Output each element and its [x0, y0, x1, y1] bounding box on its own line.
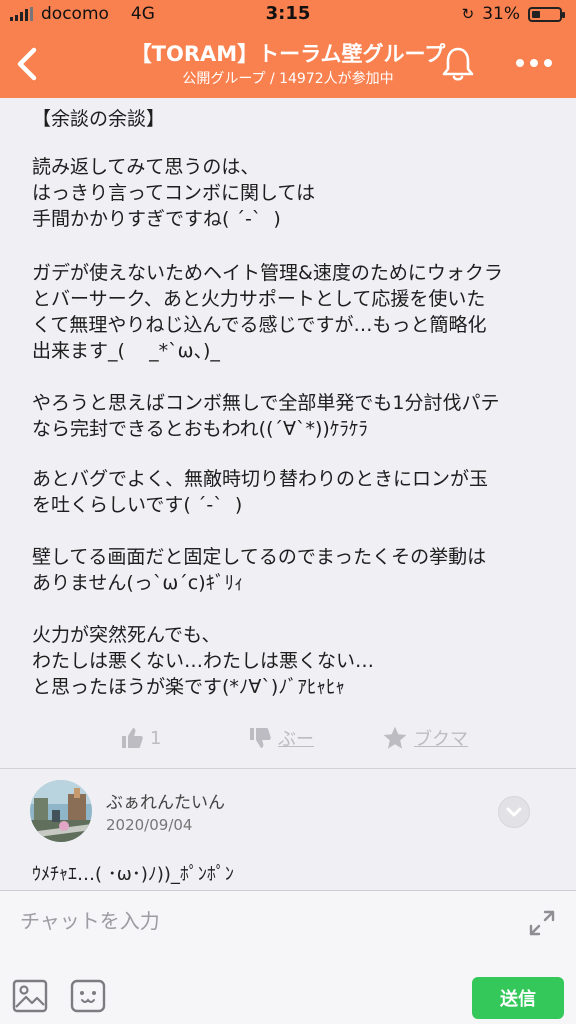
comment-author[interactable]: ぶぁれんたいん [106, 788, 225, 813]
rotation-lock-icon: ↻ [461, 5, 475, 23]
group-title[interactable]: 【TORAM】トーラム壁グループ [90, 38, 486, 68]
emoji-icon[interactable] [70, 979, 106, 1013]
group-subtitle: 公開グループ / 14972人が参加中 [182, 71, 394, 87]
bell-icon[interactable] [440, 44, 476, 84]
post-paragraph: あとバグでよく、無敵時切り替わりのときにロンが玉 を吐くらしいです( ´-` ) [32, 468, 489, 516]
bookmark-label: ブクマ [414, 729, 468, 750]
post-paragraph: 読み返してみて思うのは、 はっきり言ってコンボに関しては 手間かかりすぎですね(… [32, 156, 316, 230]
thumbs-down-icon [250, 728, 271, 748]
comment-text: ｳﾒﾁｬｴ…( ･ω･)ﾉ))_ﾎﾟﾝﾎﾟﾝ [32, 864, 234, 885]
expand-arrows-icon[interactable] [528, 909, 556, 937]
more-dots-icon[interactable] [512, 52, 556, 74]
battery-percent: 31% [482, 4, 520, 24]
post-paragraph: 火力が突然死んでも、 わたしは悪くない…わたしは悪くない… と思ったほうが楽です… [32, 624, 375, 698]
thumbs-up-icon [122, 728, 143, 748]
boo-button[interactable]: ぶー [248, 724, 314, 752]
group-header: 【TORAM】トーラム壁グループ 公開グループ / 14972人が参加中 [0, 30, 576, 98]
comment-date: 2020/09/04 [106, 816, 193, 834]
post-paragraph: 壁してる画面だと固定してるのでまったくその挙動は ありません(っ`ω´c)ｷﾞﾘ… [32, 546, 487, 594]
post-paragraph: ガデが使えないためヘイト管理&速度のためにウォクラ とバーサーク、あと火力サポー… [32, 262, 503, 362]
post-paragraph: やろうと思えばコンボ無しで全部単発でも1分討伐パテ なら完封できるとおもわれ((… [32, 392, 500, 440]
chat-input[interactable]: チャットを入力 [20, 905, 510, 935]
status-bar: docomo 4G 3:15 ↻ 31% [0, 0, 576, 30]
star-icon [383, 726, 407, 749]
expand-comment-button[interactable] [498, 796, 530, 828]
image-icon[interactable] [12, 979, 48, 1013]
divider [0, 768, 576, 769]
bookmark-button[interactable]: ブクマ [382, 724, 468, 752]
avatar[interactable] [30, 780, 92, 842]
back-chevron-icon[interactable] [8, 42, 48, 86]
chevron-down-icon [506, 807, 522, 817]
like-count: 1 [150, 727, 162, 749]
post-body: 【余談の余談】 読み返してみて思うのは、 はっきり言ってコンボに関しては 手間か… [0, 98, 576, 890]
boo-label: ぶー [278, 729, 314, 750]
like-button[interactable]: 1 [120, 724, 161, 752]
battery-info: ↻ 31% [461, 4, 565, 24]
send-button[interactable]: 送信 [472, 977, 564, 1019]
chat-bar: チャットを入力 送信 [0, 890, 576, 1024]
battery-icon [528, 6, 565, 22]
post-paragraph: 【余談の余談】 [32, 108, 166, 130]
